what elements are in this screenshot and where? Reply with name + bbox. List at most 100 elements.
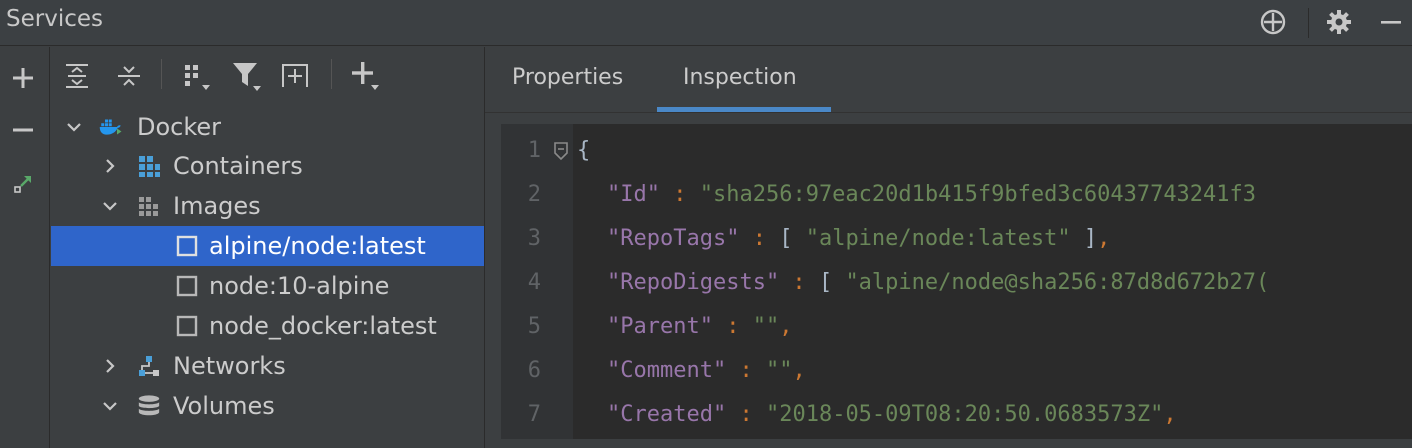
code-text: "Parent" : "", <box>607 314 792 339</box>
json-colon: : <box>726 402 766 427</box>
line-number: 7 <box>527 402 541 427</box>
crosshair-icon[interactable] <box>1256 5 1290 39</box>
json-colon: : <box>659 182 700 207</box>
docker-icon <box>99 115 123 139</box>
active-tab-indicator <box>657 107 831 112</box>
json-bracket: [ <box>818 270 846 295</box>
code-line: 4 "RepoDigests" : [ "alpine/node@sha256:… <box>501 260 1412 304</box>
json-comma: , <box>779 314 793 339</box>
tree-label: Volumes <box>173 392 275 420</box>
new-service-icon[interactable] <box>281 59 313 93</box>
json-key: "Id" <box>607 182 660 207</box>
code-line: 6 "Comment" : "", <box>501 348 1412 392</box>
json-key: "RepoDigests" <box>607 270 780 295</box>
remove-icon[interactable] <box>8 115 38 145</box>
toolbar-separator <box>331 59 332 89</box>
tree-label: node_docker:latest <box>209 312 437 340</box>
image-icon <box>175 314 199 338</box>
tree-node-volumes[interactable]: Volumes <box>51 386 484 426</box>
json-brace: { <box>577 138 591 163</box>
volumes-icon <box>137 394 161 418</box>
code-text: "RepoTags" : [ "alpine/node:latest" ], <box>607 226 1110 251</box>
chevron-right-icon[interactable] <box>101 357 119 375</box>
code-text: "RepoDigests" : [ "alpine/node@sha256:87… <box>607 270 1269 295</box>
tree-toolbar <box>51 47 484 103</box>
add-icon[interactable] <box>8 63 38 93</box>
json-bracket: [ <box>779 226 806 251</box>
details-panel: Properties Inspection 1 { 2 "Id" : "sha2… <box>485 47 1412 448</box>
tree-node-image[interactable]: node_docker:latest <box>51 306 484 346</box>
json-colon: : <box>726 358 766 383</box>
json-comma: , <box>1097 226 1111 251</box>
tree-label: Images <box>173 192 261 220</box>
json-string: "" <box>752 314 780 339</box>
chevron-down-icon[interactable] <box>101 197 119 215</box>
json-colon: : <box>779 270 819 295</box>
add-service-icon[interactable] <box>351 59 383 93</box>
code-line: 3 "RepoTags" : [ "alpine/node:latest" ], <box>501 216 1412 260</box>
tree-node-docker[interactable]: Docker <box>51 107 484 147</box>
line-number: 5 <box>527 314 541 339</box>
containers-icon <box>137 154 161 178</box>
toolbar-separator <box>161 59 162 89</box>
tool-window-header: Services <box>0 0 1412 46</box>
json-key: "Created" <box>607 402 727 427</box>
code-line: 2 "Id" : "sha256:97eac20d1b415f9bfed3c60… <box>501 172 1412 216</box>
json-colon: : <box>712 314 753 339</box>
tree-node-image-selected[interactable]: alpine/node:latest <box>51 226 484 266</box>
expand-all-icon[interactable] <box>61 59 93 93</box>
json-key: "Parent" <box>607 314 713 339</box>
images-icon <box>137 194 161 218</box>
code-line: 7 "Created" : "2018-05-09T08:20:50.06835… <box>501 392 1412 436</box>
tree-node-containers[interactable]: Containers <box>51 146 484 186</box>
code-text: { <box>577 138 590 163</box>
tree-label: node:10-alpine <box>209 272 390 300</box>
json-key: "RepoTags" <box>607 226 740 251</box>
line-number: 4 <box>527 270 541 295</box>
tab-inspection[interactable]: Inspection <box>683 65 797 90</box>
inspection-editor[interactable]: 1 { 2 "Id" : "sha256:97eac20d1b415f9bfed… <box>501 124 1412 439</box>
json-bracket: ] <box>1070 226 1098 251</box>
json-comma: , <box>792 358 806 383</box>
minimize-icon[interactable] <box>1374 5 1408 39</box>
json-colon: : <box>739 226 780 251</box>
line-number: 3 <box>527 226 541 251</box>
tree-node-image[interactable]: node:10-alpine <box>51 266 484 306</box>
gear-icon[interactable] <box>1322 5 1356 39</box>
json-comma: , <box>1163 402 1177 427</box>
left-toolbar <box>0 47 50 448</box>
services-tree-panel: Docker Containers Images alpine/node:lat… <box>51 47 484 448</box>
code-line: 1 { <box>501 128 1412 172</box>
image-icon <box>175 274 199 298</box>
tree-node-networks[interactable]: Networks <box>51 346 484 386</box>
chevron-right-icon[interactable] <box>101 157 119 175</box>
group-by-icon[interactable] <box>181 59 213 93</box>
json-key: "Comment" <box>607 358 727 383</box>
json-string: "sha256:97eac20d1b415f9bfed3c60437743241… <box>699 182 1257 207</box>
chevron-down-icon[interactable] <box>101 397 119 415</box>
tree-label: Containers <box>173 152 303 180</box>
line-number: 6 <box>527 358 541 383</box>
tab-properties[interactable]: Properties <box>512 65 623 90</box>
fold-icon[interactable] <box>553 141 569 161</box>
image-icon <box>175 234 199 258</box>
jump-to-source-icon[interactable] <box>8 169 38 199</box>
tree-label: Docker <box>137 113 222 141</box>
json-string: "" <box>765 358 793 383</box>
json-string: "2018-05-09T08:20:50.0683573Z" <box>765 402 1164 427</box>
code-text: "Comment" : "", <box>607 358 806 383</box>
details-tabs: Properties Inspection <box>485 47 1412 113</box>
tree-label: alpine/node:latest <box>209 232 426 260</box>
chevron-down-icon[interactable] <box>65 118 83 136</box>
line-number: 2 <box>527 182 541 207</box>
tree-label: Networks <box>173 352 286 380</box>
collapse-all-icon[interactable] <box>113 59 145 93</box>
tool-window-title: Services <box>6 6 103 32</box>
json-string: "alpine/node@sha256:87d8d672b27( <box>845 270 1270 295</box>
networks-icon <box>137 354 161 378</box>
header-separator <box>1308 8 1309 38</box>
tree-node-images[interactable]: Images <box>51 186 484 226</box>
filter-icon[interactable] <box>231 59 263 93</box>
json-string: "alpine/node:latest" <box>805 226 1071 251</box>
code-line: 5 "Parent" : "", <box>501 304 1412 348</box>
